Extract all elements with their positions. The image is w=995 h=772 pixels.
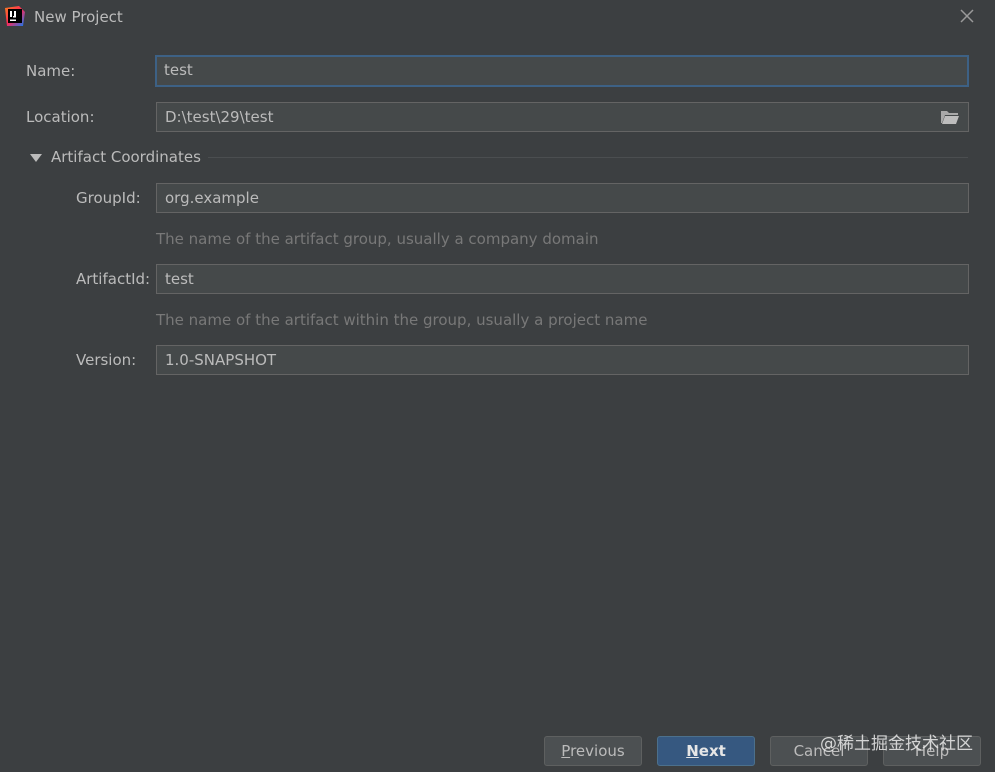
groupid-input[interactable]: org.example bbox=[156, 183, 969, 213]
artifactid-input[interactable]: test bbox=[156, 264, 969, 294]
next-button[interactable]: Next bbox=[657, 736, 755, 766]
location-input[interactable]: D:\test\29\test bbox=[156, 102, 969, 132]
artifactid-label: ArtifactId: bbox=[76, 270, 151, 288]
previous-button[interactable]: Previous bbox=[544, 736, 642, 766]
window-title: New Project bbox=[34, 8, 123, 26]
artifactid-input-value: test bbox=[165, 270, 194, 288]
previous-mnemonic: P bbox=[561, 742, 571, 760]
version-input[interactable]: 1.0-SNAPSHOT bbox=[156, 345, 969, 375]
folder-open-icon[interactable] bbox=[940, 109, 960, 125]
artifact-coordinates-toggle[interactable]: Artifact Coordinates bbox=[51, 148, 201, 166]
watermark: @稀土掘金技术社区 bbox=[820, 734, 973, 754]
intellij-idea-logo-icon bbox=[5, 6, 25, 26]
name-input[interactable]: test bbox=[155, 55, 969, 87]
groupid-label: GroupId: bbox=[76, 189, 141, 207]
next-mnemonic: N bbox=[686, 742, 699, 760]
groupid-hint: The name of the artifact group, usually … bbox=[156, 230, 599, 248]
version-input-value: 1.0-SNAPSHOT bbox=[165, 351, 277, 369]
next-label: ext bbox=[698, 742, 726, 760]
close-icon[interactable] bbox=[957, 6, 977, 26]
artifactid-hint: The name of the artifact within the grou… bbox=[156, 311, 648, 329]
section-divider bbox=[208, 157, 968, 158]
previous-label: revious bbox=[570, 742, 625, 760]
version-label: Version: bbox=[76, 351, 137, 369]
location-label: Location: bbox=[26, 108, 95, 126]
name-label: Name: bbox=[26, 62, 76, 80]
groupid-input-value: org.example bbox=[165, 189, 259, 207]
triangle-down-icon[interactable] bbox=[30, 153, 42, 163]
title-bar: New Project bbox=[0, 0, 995, 36]
name-input-value: test bbox=[164, 61, 193, 79]
location-input-value: D:\test\29\test bbox=[165, 108, 274, 126]
